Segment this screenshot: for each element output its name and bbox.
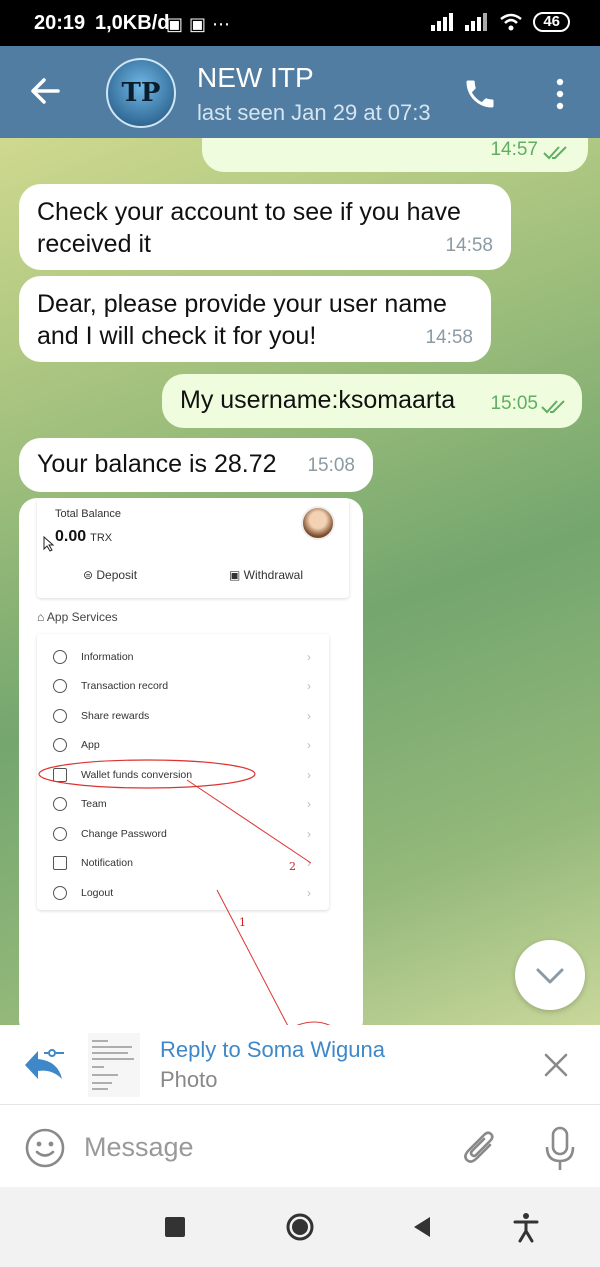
chevron-down-icon	[536, 968, 564, 984]
wifi-icon	[500, 13, 523, 31]
message-input-bar	[0, 1105, 600, 1187]
message-bubble-outgoing[interactable]: My username:ksomaarta 15:05	[162, 374, 582, 428]
accessibility-icon[interactable]	[510, 1211, 542, 1243]
message-time: 15:08	[307, 455, 355, 476]
chat-avatar[interactable]: TP	[106, 58, 176, 128]
message-text: Your balance is 28.72	[37, 450, 277, 478]
recent-apps-icon[interactable]	[159, 1211, 191, 1243]
avatar-logo-text: TP	[121, 78, 161, 108]
more-options-icon[interactable]	[548, 76, 572, 112]
photo-message[interactable]: Total Balance 0.00 TRX ⊜ Deposit ▣ Withdr…	[19, 498, 363, 1025]
message-bubble-incoming[interactable]: Your balance is 28.72 15:08	[19, 438, 373, 492]
reply-arrow-icon[interactable]	[22, 1045, 66, 1085]
reply-title[interactable]: Reply to Soma Wiguna	[160, 1037, 385, 1063]
battery-indicator: 46	[533, 12, 570, 32]
reply-panel: Reply to Soma Wiguna Photo	[0, 1025, 600, 1105]
annotation-number-2: 2	[289, 860, 296, 873]
microphone-icon[interactable]	[540, 1125, 580, 1173]
annotation-arrow-1	[216, 889, 288, 1025]
chat-title[interactable]: NEW ITP	[197, 62, 314, 94]
cursor-icon	[43, 536, 55, 552]
chat-header: TP NEW ITP last seen Jan 29 at 07:3	[0, 46, 600, 138]
signal-icon	[431, 13, 454, 31]
back-icon[interactable]	[406, 1211, 438, 1243]
message-bubble-incoming[interactable]: Check your account to see if you have re…	[19, 184, 511, 270]
message-time: 15:05	[490, 393, 538, 414]
status-right-icons: 46	[431, 12, 570, 32]
double-check-icon	[543, 146, 567, 160]
reply-photo-thumbnail	[88, 1033, 140, 1097]
message-time: 14:58	[425, 327, 473, 348]
thumbnail-text-lines	[92, 1040, 134, 1090]
red-annotation-overlay	[38, 759, 331, 1025]
emoji-icon[interactable]	[24, 1127, 66, 1169]
message-time: 14:58	[445, 235, 493, 256]
annotation-number-1: 1	[239, 916, 246, 929]
signal-icon-2	[465, 13, 488, 31]
home-icon[interactable]	[284, 1211, 316, 1243]
message-bubble-incoming[interactable]: Dear, please provide your user name and …	[19, 276, 491, 362]
attach-icon[interactable]	[460, 1127, 500, 1171]
message-time: 14:57	[490, 139, 538, 160]
status-time: 20:19	[34, 12, 86, 34]
message-input[interactable]	[84, 1125, 444, 1169]
message-bubble-outgoing[interactable]: 14:57	[202, 138, 588, 172]
back-arrow-icon[interactable]	[28, 74, 62, 108]
chat-messages-area[interactable]: 14:57 Check your account to see if you h…	[0, 138, 600, 1025]
system-navigation-bar	[0, 1187, 600, 1267]
status-notification-icons: ▣▣⋯	[166, 14, 237, 34]
message-text: My username:ksomaarta	[180, 386, 456, 414]
double-check-icon	[541, 400, 565, 414]
status-bar: 20:19 1,0KB/d ▣▣⋯ 46	[0, 0, 600, 46]
reply-subtitle: Photo	[160, 1067, 218, 1092]
phone-call-icon[interactable]	[462, 76, 498, 112]
last-seen-status: last seen Jan 29 at 07:3	[197, 100, 431, 125]
message-text: Check your account to see if you have re…	[37, 198, 461, 258]
annotation-arrow-2	[186, 779, 312, 864]
annotation-ellipse	[38, 759, 256, 789]
scroll-down-button[interactable]	[515, 940, 585, 1010]
status-network-speed: 1,0KB/d	[95, 12, 170, 34]
close-icon[interactable]	[540, 1049, 572, 1081]
message-text: Dear, please provide your user name and …	[37, 290, 447, 350]
